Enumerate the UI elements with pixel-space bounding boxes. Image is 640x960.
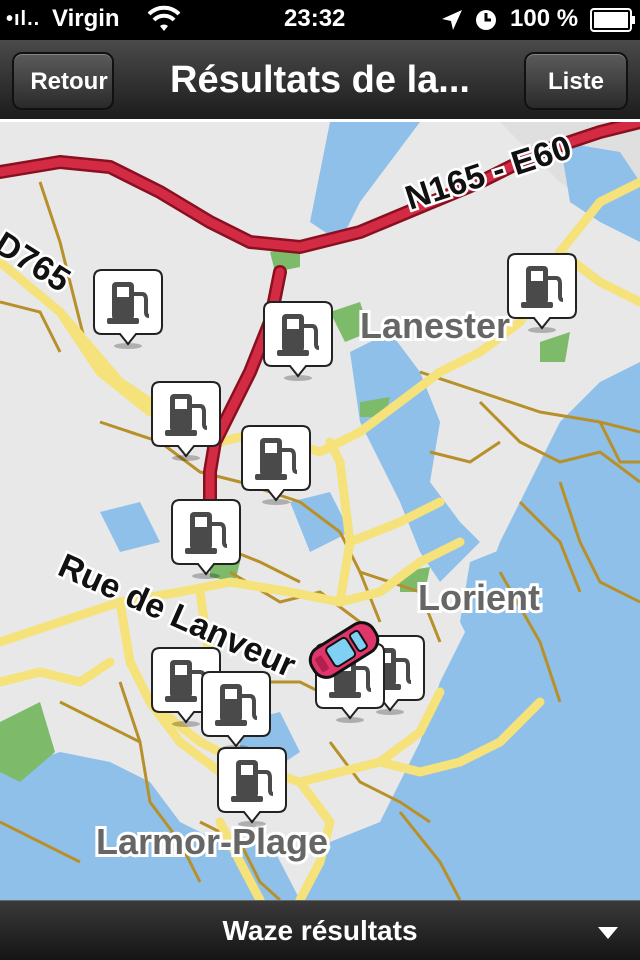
chevron-down-icon[interactable] xyxy=(598,927,618,939)
carrier-label: Virgin xyxy=(52,5,120,32)
map-canvas[interactable]: N165 - E60 D765 Rue de Lanveur Lanester … xyxy=(0,122,640,900)
alarm-clock-icon xyxy=(474,8,498,39)
list-button[interactable]: Liste xyxy=(524,52,628,110)
navigation-bar: Retour Résultats de la... Liste xyxy=(0,40,640,122)
place-label-lanester: Lanester xyxy=(360,305,510,346)
battery-percent: 100 % xyxy=(510,5,579,32)
wifi-icon xyxy=(146,4,182,41)
back-button[interactable]: Retour xyxy=(12,52,114,110)
place-label-larmor-plage: Larmor-Plage xyxy=(96,821,328,862)
clock: 23:32 xyxy=(284,5,346,32)
signal-strength-icon: •ıl.. xyxy=(6,8,41,30)
back-button-label: Retour xyxy=(30,68,108,95)
map-view[interactable]: N165 - E60 D765 Rue de Lanveur Lanester … xyxy=(0,122,640,900)
results-bar[interactable]: Waze résultats xyxy=(0,900,640,960)
results-label: Waze résultats xyxy=(222,915,418,946)
location-arrow-icon xyxy=(440,8,464,39)
status-bar: •ıl.. Virgin 23:32 100 % xyxy=(0,0,640,40)
battery-icon xyxy=(590,8,636,39)
place-label-lorient: Lorient xyxy=(418,577,540,618)
list-button-label: Liste xyxy=(547,68,604,95)
page-title: Résultats de la... xyxy=(170,59,470,101)
